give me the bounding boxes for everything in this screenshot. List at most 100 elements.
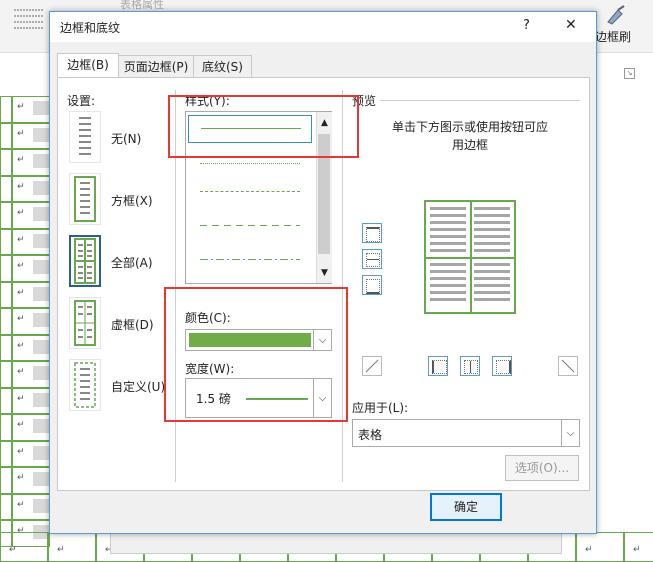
options-button[interactable]: 选项(O)... bbox=[505, 455, 579, 481]
setting-grid-option[interactable] bbox=[69, 297, 101, 349]
table-cell: ↵ bbox=[576, 532, 624, 562]
border-box-icon bbox=[74, 176, 96, 222]
table-cell bbox=[0, 175, 12, 202]
table-cell bbox=[0, 122, 12, 149]
setting-custom-label[interactable]: 自定义(U) bbox=[111, 378, 165, 395]
dialog-title: 边框和底纹 bbox=[60, 21, 121, 35]
setting-none-option[interactable] bbox=[69, 111, 101, 163]
setting-all-label[interactable]: 全部(A) bbox=[111, 254, 153, 271]
preview-line bbox=[474, 207, 510, 210]
border-painter-icon[interactable] bbox=[604, 4, 628, 26]
preview-line bbox=[430, 207, 466, 210]
width-value: 1.5 磅 bbox=[196, 392, 231, 406]
borders-shading-dialog: 边框和底纹 ? ✕ 边框(B) 页面边框(P) 底纹(S) 设置: 无(N) 方… bbox=[49, 11, 597, 534]
cell-shading bbox=[33, 419, 49, 433]
cell-shading bbox=[33, 154, 49, 168]
bottom-border-button[interactable] bbox=[362, 275, 382, 295]
tab-borders[interactable]: 边框(B) bbox=[57, 53, 119, 78]
preview-line bbox=[430, 228, 466, 231]
preview-line bbox=[474, 263, 510, 266]
preview-rule bbox=[380, 100, 580, 101]
style-option-dash-dot[interactable] bbox=[200, 259, 300, 260]
preview-line bbox=[430, 277, 466, 280]
style-listbox[interactable]: ▲ ▼ bbox=[185, 111, 332, 284]
table-cell: ↵ bbox=[12, 175, 50, 202]
cell-mark: ↵ bbox=[585, 545, 593, 555]
apply-to-heading: 应用于(L): bbox=[352, 401, 409, 415]
width-line-sample bbox=[246, 398, 308, 400]
preview-line bbox=[474, 284, 510, 287]
style-option-dashed-small[interactable] bbox=[200, 191, 300, 192]
preview-line bbox=[430, 249, 466, 252]
settings-heading: 设置: bbox=[67, 94, 96, 108]
preview-text-lines bbox=[430, 205, 510, 309]
scroll-thumb[interactable] bbox=[318, 134, 330, 254]
setting-grid-label[interactable]: 虚框(D) bbox=[111, 316, 154, 333]
top-border-button[interactable] bbox=[362, 223, 382, 243]
style-heading: 样式(Y): bbox=[185, 94, 230, 108]
width-dropdown[interactable]: 1.5 磅 ⌵ bbox=[185, 378, 332, 418]
cell-shading bbox=[33, 472, 49, 486]
close-button[interactable]: ✕ bbox=[565, 17, 577, 33]
preview-line bbox=[474, 270, 510, 273]
chevron-down-icon[interactable]: ⌵ bbox=[313, 330, 331, 350]
setting-box-label[interactable]: 方框(X) bbox=[111, 192, 153, 209]
cell-shading bbox=[33, 101, 49, 115]
cell-mark: ↵ bbox=[17, 155, 25, 165]
table-cell: ↵ bbox=[12, 202, 50, 229]
style-option-dotted[interactable] bbox=[200, 163, 300, 164]
table-cell: ↵ bbox=[12, 440, 50, 467]
color-dropdown[interactable]: ⌵ bbox=[185, 329, 332, 351]
preview-line bbox=[430, 298, 466, 301]
apply-to-dropdown[interactable]: 表格 ⌵ bbox=[352, 419, 580, 447]
border-grid-icon bbox=[74, 300, 96, 346]
color-swatch bbox=[189, 333, 311, 347]
cell-mark: ↵ bbox=[17, 367, 25, 377]
table-cell bbox=[0, 96, 12, 123]
diagonal-up-border-button[interactable] bbox=[558, 356, 578, 376]
inside-horizontal-border-button[interactable] bbox=[362, 249, 382, 269]
table-cell: ↵ bbox=[12, 96, 50, 123]
preview-instruction: 单击下方图示或使用按钮可应用边框 bbox=[391, 120, 548, 152]
table-cell: ↵ bbox=[48, 532, 96, 562]
border-painter-label[interactable]: 边框刷 bbox=[595, 28, 631, 45]
cell-shading bbox=[33, 180, 49, 195]
cell-shading bbox=[33, 233, 49, 248]
preview-diagram[interactable] bbox=[424, 200, 516, 314]
cell-mark: ↵ bbox=[17, 473, 25, 483]
left-border-button[interactable] bbox=[428, 356, 448, 376]
diagonal-down-border-button[interactable] bbox=[362, 356, 382, 376]
setting-custom-option[interactable] bbox=[69, 359, 101, 411]
dialog-launcher-icon[interactable]: ↘ bbox=[624, 68, 635, 79]
style-option-solid[interactable] bbox=[188, 115, 312, 143]
table-cell: ↵ bbox=[12, 334, 50, 361]
right-border-button[interactable] bbox=[492, 356, 512, 376]
table-cell bbox=[0, 440, 12, 467]
apply-to-value: 表格 bbox=[358, 428, 383, 442]
chevron-down-icon[interactable]: ⌵ bbox=[313, 379, 331, 417]
cell-shading bbox=[33, 260, 49, 274]
preview-line bbox=[430, 242, 466, 245]
cell-shading bbox=[33, 339, 49, 354]
tab-page-border[interactable]: 页面边框(P) bbox=[118, 55, 194, 78]
tab-shading[interactable]: 底纹(S) bbox=[193, 55, 252, 78]
inside-vertical-border-button[interactable] bbox=[460, 356, 480, 376]
scroll-up-icon[interactable]: ▲ bbox=[321, 118, 328, 128]
table-cell bbox=[0, 493, 12, 520]
preview-line bbox=[430, 263, 466, 266]
help-button[interactable]: ? bbox=[523, 18, 530, 33]
scroll-down-icon[interactable]: ▼ bbox=[321, 268, 328, 278]
setting-box-option[interactable] bbox=[69, 173, 101, 225]
table-cell bbox=[0, 281, 12, 308]
style-option-dashed[interactable] bbox=[200, 225, 300, 226]
dialog-titlebar: 边框和底纹 ? ✕ bbox=[50, 12, 596, 42]
ok-button[interactable]: 确定 bbox=[430, 493, 502, 521]
setting-all-option[interactable] bbox=[69, 235, 101, 287]
cell-shading bbox=[33, 207, 49, 221]
setting-none-label[interactable]: 无(N) bbox=[111, 130, 141, 147]
cell-mark: ↵ bbox=[17, 446, 25, 457]
style-scrollbar[interactable]: ▲ ▼ bbox=[316, 112, 332, 283]
preview-line bbox=[474, 249, 510, 252]
chevron-down-icon[interactable]: ⌵ bbox=[561, 420, 579, 446]
cell-mark: ↵ bbox=[17, 128, 25, 139]
